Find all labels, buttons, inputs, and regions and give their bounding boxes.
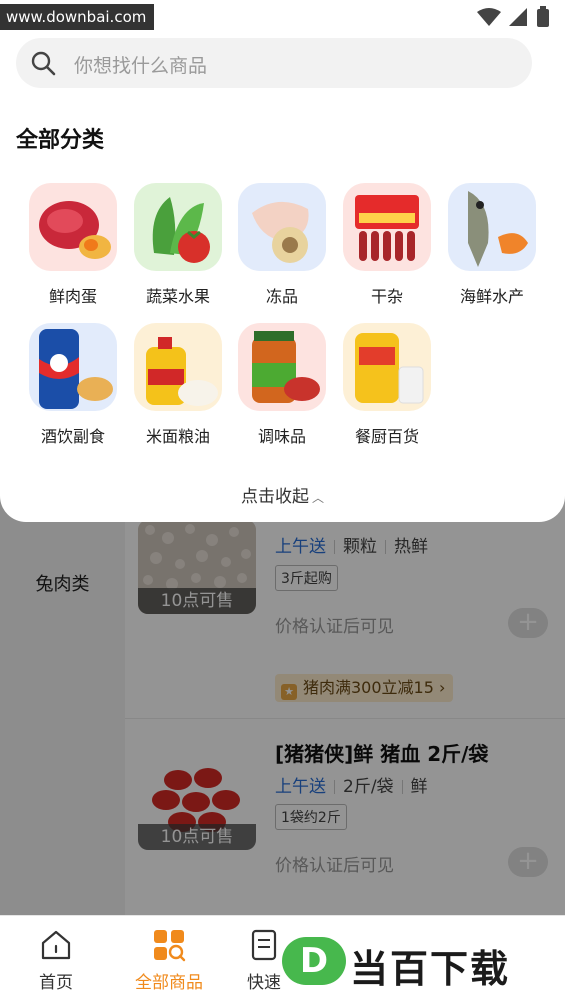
kitchen-goods-icon — [343, 323, 431, 411]
status-icons — [477, 6, 549, 27]
drinks-snacks-icon — [29, 323, 117, 411]
signal-icon — [509, 8, 527, 26]
category-label: 蔬菜水果 — [145, 287, 210, 306]
all-products-icon — [152, 928, 186, 962]
search-bar[interactable]: 你想找什么商品 — [16, 38, 532, 88]
seasoning-icon — [238, 323, 326, 411]
category-label: 酒饮副食 — [40, 427, 105, 446]
tab-home[interactable]: 首页 — [6, 928, 106, 993]
vegetable-fruit-icon — [134, 183, 222, 271]
category-panel: www.downbai.com 你想找什么商品 全部分类 鲜肉蛋 蔬菜水果 冻品… — [0, 0, 565, 522]
category-item-vegetable-fruit[interactable]: 蔬菜水果 — [126, 183, 230, 307]
logo-text: 当百下载 — [350, 947, 511, 991]
category-item-kitchen[interactable]: 餐厨百货 — [335, 323, 439, 447]
category-item-drinks[interactable]: 酒饮副食 — [21, 323, 125, 447]
rice-oil-icon — [134, 323, 222, 411]
seafood-icon — [448, 183, 536, 271]
wifi-icon — [477, 8, 501, 26]
tab-label: 首页 — [39, 973, 73, 993]
watermark: www.downbai.com — [0, 4, 155, 30]
search-input[interactable]: 你想找什么商品 — [74, 51, 207, 78]
status-bar: www.downbai.com — [0, 0, 565, 34]
quick-order-icon — [247, 928, 281, 962]
category-label: 鲜肉蛋 — [48, 287, 97, 306]
category-label: 餐厨百货 — [354, 427, 419, 446]
frozen-food-icon — [238, 183, 326, 271]
meat-egg-icon — [29, 183, 117, 271]
tab-all-products[interactable]: 全部商品 — [119, 928, 219, 993]
section-title: 全部分类 — [16, 128, 105, 153]
category-item-meat-egg[interactable]: 鲜肉蛋 — [21, 183, 125, 307]
home-icon — [39, 928, 73, 962]
search-icon — [31, 51, 56, 76]
category-item-frozen[interactable]: 冻品 — [230, 183, 334, 307]
collapse-button[interactable]: 点击收起 ︿ — [0, 482, 565, 507]
category-item-dried[interactable]: 干杂 — [335, 183, 439, 307]
category-item-rice-oil[interactable]: 米面粮油 — [126, 323, 230, 447]
tab-label: 全部商品 — [135, 973, 203, 993]
battery-icon — [537, 9, 549, 27]
category-label: 海鲜水产 — [459, 287, 524, 306]
category-label: 冻品 — [265, 287, 298, 306]
dried-goods-icon — [343, 183, 431, 271]
category-item-seafood[interactable]: 海鲜水产 — [440, 183, 544, 307]
category-label: 调味品 — [257, 427, 306, 446]
chevron-up-icon: ︿ — [311, 491, 324, 505]
collapse-label: 点击收起 — [240, 487, 309, 507]
category-item-seasoning[interactable]: 调味品 — [230, 323, 334, 447]
category-label: 干杂 — [370, 287, 403, 306]
category-label: 米面粮油 — [145, 427, 210, 446]
logo-badge: D — [282, 937, 346, 985]
